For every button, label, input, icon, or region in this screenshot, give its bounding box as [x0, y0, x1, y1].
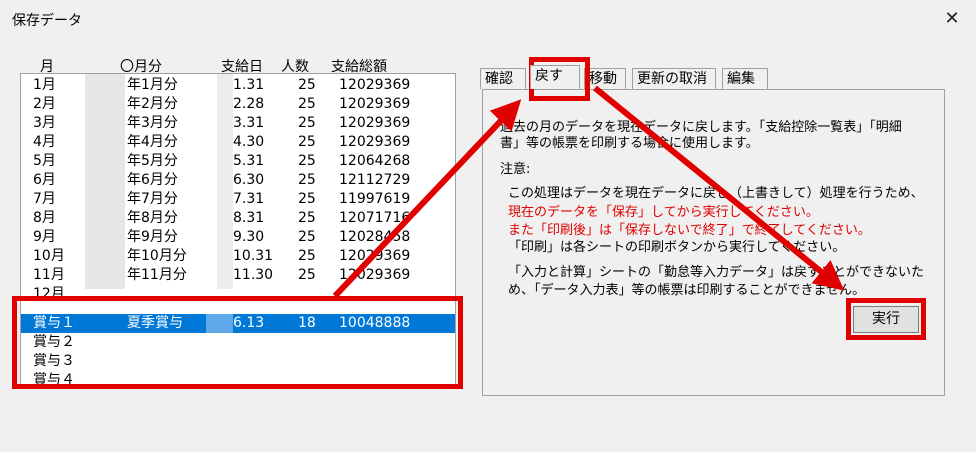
saved-data-window: 保存データ ✕ 月 〇月分 支給日 人数 支給総額 1月 年1月分 1.31 25 12…	[0, 0, 976, 452]
tab-restore[interactable]: 戻す	[530, 65, 580, 89]
annotation-arrows	[332, 85, 845, 299]
arrow-tab-to-execute	[593, 85, 845, 291]
arrow-list-to-tab	[332, 99, 522, 299]
